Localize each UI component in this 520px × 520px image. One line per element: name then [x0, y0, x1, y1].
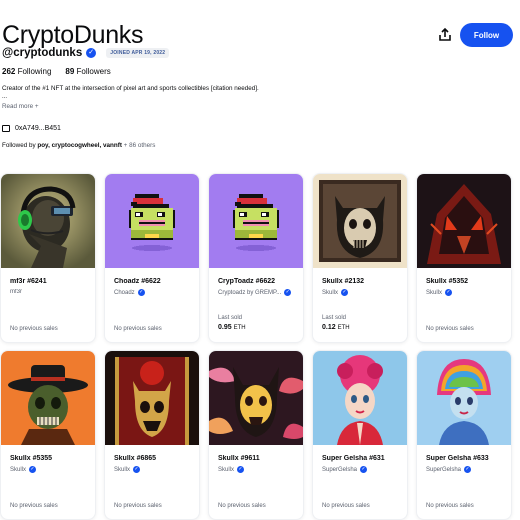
nft-title: Skullx #9611: [218, 455, 260, 462]
wallet-address-text: 0xA749...B451: [15, 125, 61, 132]
verified-icon: ✓: [29, 466, 37, 473]
verified-icon: ✓: [133, 466, 141, 473]
followed-by-more[interactable]: + 86 others: [124, 142, 156, 149]
nft-image[interactable]: [209, 351, 303, 445]
nft-grid: mf3r #6241 mf3r No previous sales Choadz #6…: [1, 174, 520, 519]
followed-by-names[interactable]: poy, cryptocogwheel, vannft: [37, 142, 122, 149]
nft-title: Choadz #6622: [114, 278, 161, 285]
nft-title: mf3r #6241: [10, 278, 47, 285]
nft-creator[interactable]: Skullx ✓: [114, 466, 141, 473]
wallet-address[interactable]: 0xA749...B451: [2, 125, 61, 132]
nft-title: Skullx #5355: [10, 455, 53, 462]
nft-image[interactable]: [105, 351, 199, 445]
nft-creator[interactable]: SuperGelsha ✓: [322, 466, 368, 473]
nft-title: Skullx #6865: [114, 455, 157, 462]
followers-link[interactable]: 89 Followers: [65, 67, 110, 76]
nft-card[interactable]: Skullx #6865 Skullx ✓ No previous sales: [105, 351, 199, 519]
nft-card[interactable]: Super Gelsha #631 SuperGelsha ✓ No previous…: [313, 351, 407, 519]
nft-title: Skullx #2132: [322, 278, 365, 285]
nft-image[interactable]: [105, 174, 199, 268]
nft-card[interactable]: mf3r #6241 mf3r No previous sales: [1, 174, 95, 342]
nft-title: Skullx #5352: [426, 278, 469, 285]
sales-status: No previous sales: [10, 326, 58, 332]
nft-card[interactable]: Skullx #9611 Skullx ✓ No previous sales: [209, 351, 303, 519]
nft-title: CrypToadz #6622: [218, 278, 276, 285]
read-more-link[interactable]: Read more +: [2, 103, 39, 110]
wallet-icon: [2, 125, 10, 132]
profile-name: CryptoDunks: [2, 21, 144, 49]
profile-bio: Creator of the #1 NFT at the intersectio…: [2, 85, 259, 92]
verified-icon: ✓: [237, 466, 245, 473]
nft-creator[interactable]: Skullx ✓: [426, 289, 453, 296]
nft-image[interactable]: [417, 351, 511, 445]
sales-status: No previous sales: [114, 326, 162, 332]
nft-image[interactable]: [209, 174, 303, 268]
nft-creator[interactable]: SuperGelsha ✓: [426, 466, 472, 473]
handle-row: @cryptodunks ✓ JOINED APR 19, 2022: [2, 47, 170, 59]
follow-stats: 262 Following 89 Followers: [2, 67, 111, 76]
verified-icon: ✓: [464, 466, 472, 473]
nft-card[interactable]: Skullx #5355 Skullx ✓ No previous sales: [1, 351, 95, 519]
sales-status: No previous sales: [218, 503, 266, 509]
profile-handle: @cryptodunks: [2, 47, 83, 59]
bio-ellipsis: ...: [2, 94, 8, 100]
verified-icon: ✓: [284, 289, 292, 296]
verified-icon: ✓: [445, 289, 453, 296]
nft-creator[interactable]: Choadz ✓: [114, 289, 145, 296]
nft-image[interactable]: [313, 351, 407, 445]
nft-card[interactable]: Skullx #2132 Skullx ✓ Last sold 0.12 ETH: [313, 174, 407, 342]
nft-creator[interactable]: Skullx ✓: [322, 289, 349, 296]
last-sold-label: Last sold: [322, 315, 347, 321]
nft-title: Super Gelsha #631: [322, 455, 385, 462]
nft-card[interactable]: Choadz #6622 Choadz ✓ No previous sales: [105, 174, 199, 342]
verified-badge-icon: ✓: [86, 48, 97, 58]
nft-image[interactable]: [1, 174, 95, 268]
verified-icon: ✓: [341, 289, 349, 296]
followed-by: Followed by poy, cryptocogwheel, vannft …: [2, 142, 156, 149]
verified-icon: ✓: [360, 466, 368, 473]
verified-icon: ✓: [137, 289, 145, 296]
nft-image[interactable]: [417, 174, 511, 268]
follow-button[interactable]: Follow: [460, 23, 513, 47]
nft-card[interactable]: Skullx #5352 Skullx ✓ No previous sales: [417, 174, 511, 342]
sales-status: No previous sales: [322, 503, 370, 509]
nft-card[interactable]: CrypToadz #6622 Cryptoadz by GREMP... ✓ Las…: [209, 174, 303, 342]
share-icon: [439, 27, 451, 41]
sales-status: No previous sales: [10, 503, 58, 509]
sales-status: No previous sales: [426, 503, 474, 509]
nft-card[interactable]: Super Gelsha #633 SuperGelsha ✓ No previous…: [417, 351, 511, 519]
last-sold-value: 0.95 ETH: [218, 324, 246, 331]
nft-creator[interactable]: Skullx ✓: [10, 466, 37, 473]
nft-creator[interactable]: Skullx ✓: [218, 466, 245, 473]
last-sold-value: 0.12 ETH: [322, 324, 350, 331]
nft-image[interactable]: [1, 351, 95, 445]
joined-badge: JOINED APR 19, 2022: [106, 48, 170, 58]
nft-creator[interactable]: Cryptoadz by GREMP... ✓: [218, 289, 292, 296]
sales-status: No previous sales: [114, 503, 162, 509]
following-link[interactable]: 262 Following: [2, 67, 51, 76]
sales-status: No previous sales: [426, 326, 474, 332]
nft-image[interactable]: [313, 174, 407, 268]
last-sold-label: Last sold: [218, 315, 243, 321]
share-button[interactable]: [437, 27, 453, 43]
nft-creator[interactable]: mf3r: [10, 289, 22, 295]
nft-title: Super Gelsha #633: [426, 455, 489, 462]
